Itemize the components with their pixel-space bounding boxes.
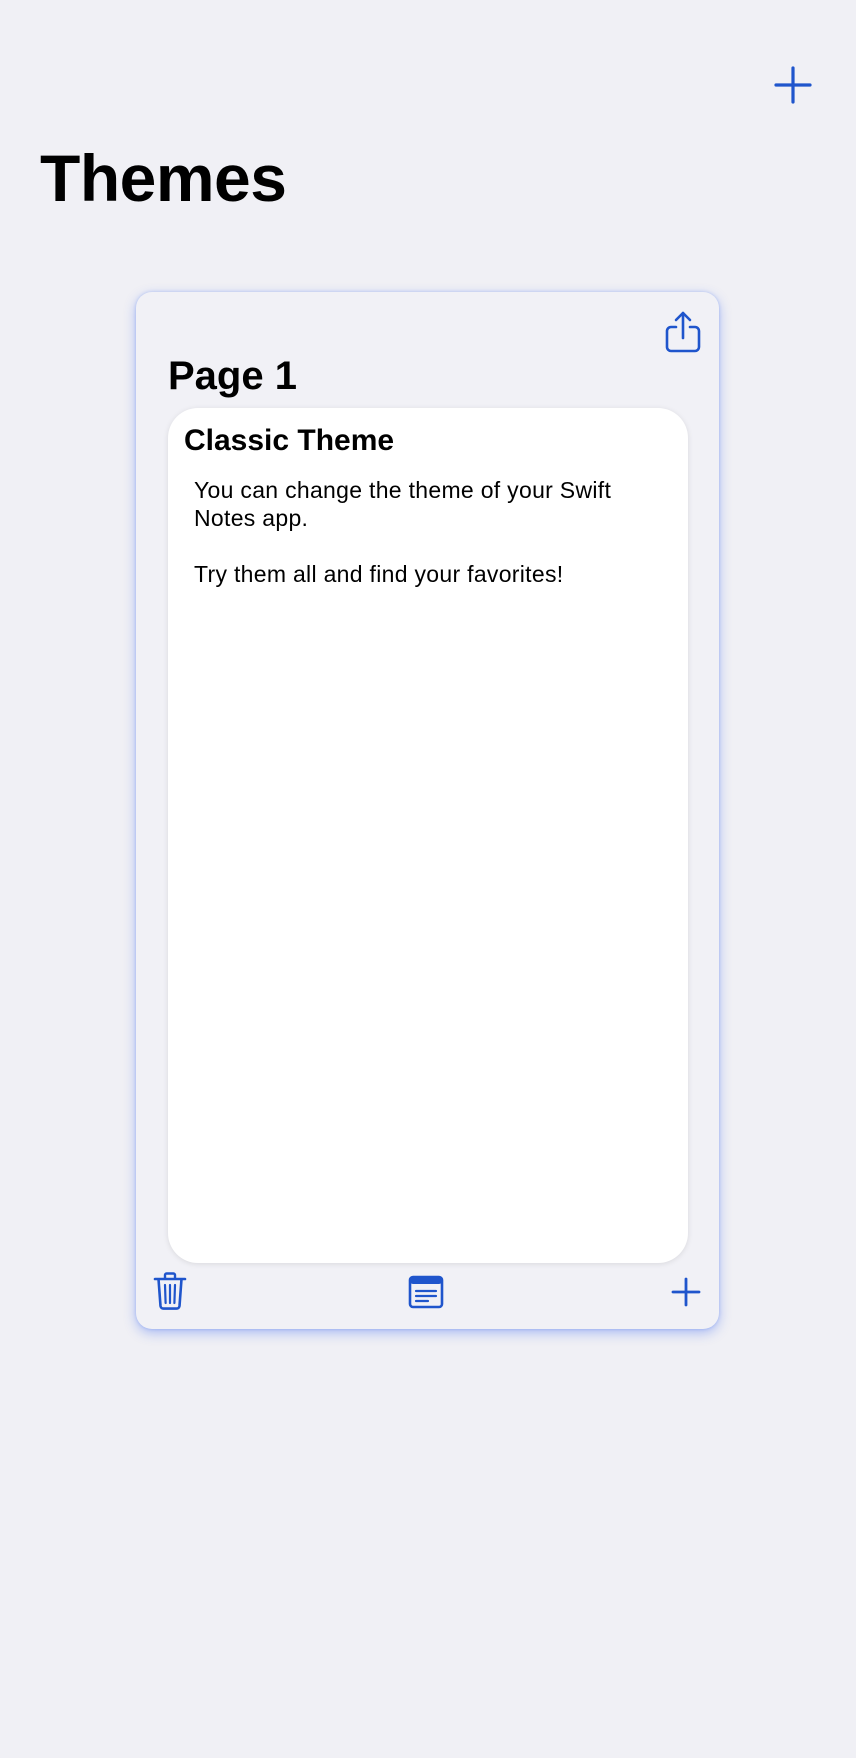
note-preview[interactable]: Classic Theme You can change the theme o… [168, 408, 688, 1263]
trash-icon [153, 1272, 187, 1310]
note-title: Classic Theme [184, 424, 395, 457]
theme-card[interactable]: Page 1 Classic Theme You can change the … [136, 292, 719, 1329]
note-paragraph: You can change the theme of your Swift N… [194, 477, 612, 531]
note-paragraph: Try them all and find your favorites! [194, 561, 564, 587]
page-title: Themes [40, 141, 287, 215]
plus-icon [671, 1277, 701, 1307]
share-button[interactable] [663, 310, 703, 354]
delete-button[interactable] [152, 1271, 188, 1311]
notes-list-button[interactable] [408, 1275, 444, 1309]
card-page-title: Page 1 [168, 354, 297, 398]
add-theme-button[interactable] [768, 60, 818, 110]
share-icon [665, 311, 701, 353]
add-page-button[interactable] [671, 1277, 701, 1307]
note-body: You can change the theme of your Swift N… [194, 476, 664, 616]
plus-icon [774, 66, 812, 104]
note-list-icon [408, 1275, 444, 1309]
